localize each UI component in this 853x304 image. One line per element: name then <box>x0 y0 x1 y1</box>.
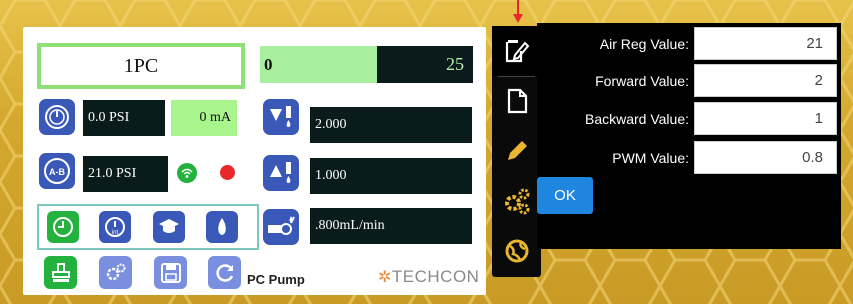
gears-icon <box>106 263 125 280</box>
pump-button[interactable] <box>44 256 77 289</box>
pwm-input[interactable] <box>694 141 837 174</box>
dispense-down-icon[interactable] <box>263 99 299 135</box>
device-name-box[interactable]: 1PC <box>37 43 245 89</box>
dispense-up-readout: 1.000 <box>310 158 472 194</box>
ok-button[interactable]: OK <box>537 177 593 214</box>
pointer-arrow-icon <box>513 0 523 23</box>
dispense-progress-bar: 0 25 <box>260 46 473 83</box>
svg-text:A-B: A-B <box>49 167 65 177</box>
pencil-tab[interactable] <box>492 126 541 176</box>
ab-gauge-icon[interactable]: A-B <box>39 153 75 189</box>
backward-input[interactable] <box>694 102 837 135</box>
progress-fill <box>260 46 378 83</box>
pump-status-panel: 1PC 0 25 0.0 PSI 0 mA 2.000 A-B 21.0 PSI… <box>23 27 486 295</box>
mode-button-row: int <box>37 204 259 250</box>
settings-tab[interactable] <box>492 176 541 226</box>
gauge-icon[interactable] <box>39 99 75 135</box>
pressure-readout: 0.0 PSI <box>83 100 165 136</box>
forward-row: Forward Value: <box>537 63 841 99</box>
clock-button[interactable] <box>47 211 79 243</box>
forward-input[interactable] <box>694 64 837 97</box>
clock-icon <box>53 217 73 237</box>
dispense-down-readout: 2.000 <box>310 107 472 143</box>
device-type-label: PC Pump <box>247 272 305 287</box>
pwm-row: PWM Value: <box>537 140 841 176</box>
graduation-cap-icon <box>159 219 179 233</box>
syringe-flow-icon[interactable] <box>263 209 299 245</box>
training-button[interactable] <box>153 211 185 243</box>
air-reg-label: Air Reg Value: <box>599 36 689 52</box>
pump-icon <box>51 262 70 282</box>
settings-button[interactable] <box>99 256 132 289</box>
ab-pressure-readout: 21.0 PSI <box>83 156 168 192</box>
refresh-icon <box>215 263 233 282</box>
drop-button[interactable] <box>206 211 238 243</box>
document-icon <box>507 88 527 114</box>
network-tab[interactable] <box>492 226 541 276</box>
int-timer-button[interactable]: int <box>99 211 131 243</box>
device-name: 1PC <box>123 54 159 77</box>
backward-label: Backward Value: <box>584 111 689 127</box>
air-reg-input[interactable] <box>694 27 837 60</box>
progress-target: 25 <box>446 54 464 74</box>
pump-values-dialog: Air Reg Value: Forward Value: Backward V… <box>537 23 841 249</box>
flow-rate-readout: .800mL/min <box>310 208 472 244</box>
brand-name: TECHCON <box>391 267 480 286</box>
gears-icon <box>504 188 529 215</box>
backward-row: Backward Value: <box>537 101 841 137</box>
svg-text:int: int <box>112 230 119 236</box>
current-readout: 0 mA <box>171 100 237 136</box>
techcon-mark-icon: ✲ <box>378 269 392 286</box>
forward-label: Forward Value: <box>595 73 689 89</box>
side-toolbar <box>492 26 541 277</box>
document-tab[interactable] <box>492 76 541 126</box>
int-timer-icon: int <box>105 217 125 237</box>
edit-settings-tab[interactable] <box>492 26 541 76</box>
edit-document-icon <box>505 40 529 63</box>
status-dot <box>220 165 235 180</box>
pwm-label: PWM Value: <box>612 150 689 166</box>
save-button[interactable] <box>154 256 187 289</box>
techcon-logo: ✲TECHCON <box>378 267 479 287</box>
dispense-up-icon[interactable] <box>263 155 299 191</box>
save-icon <box>160 262 181 283</box>
progress-current: 0 <box>264 55 273 74</box>
refresh-button[interactable] <box>208 256 241 289</box>
drop-icon <box>218 218 226 235</box>
wifi-icon <box>177 163 197 183</box>
air-reg-row: Air Reg Value: <box>537 26 841 62</box>
globe-icon <box>505 239 528 263</box>
pencil-icon <box>507 141 527 160</box>
